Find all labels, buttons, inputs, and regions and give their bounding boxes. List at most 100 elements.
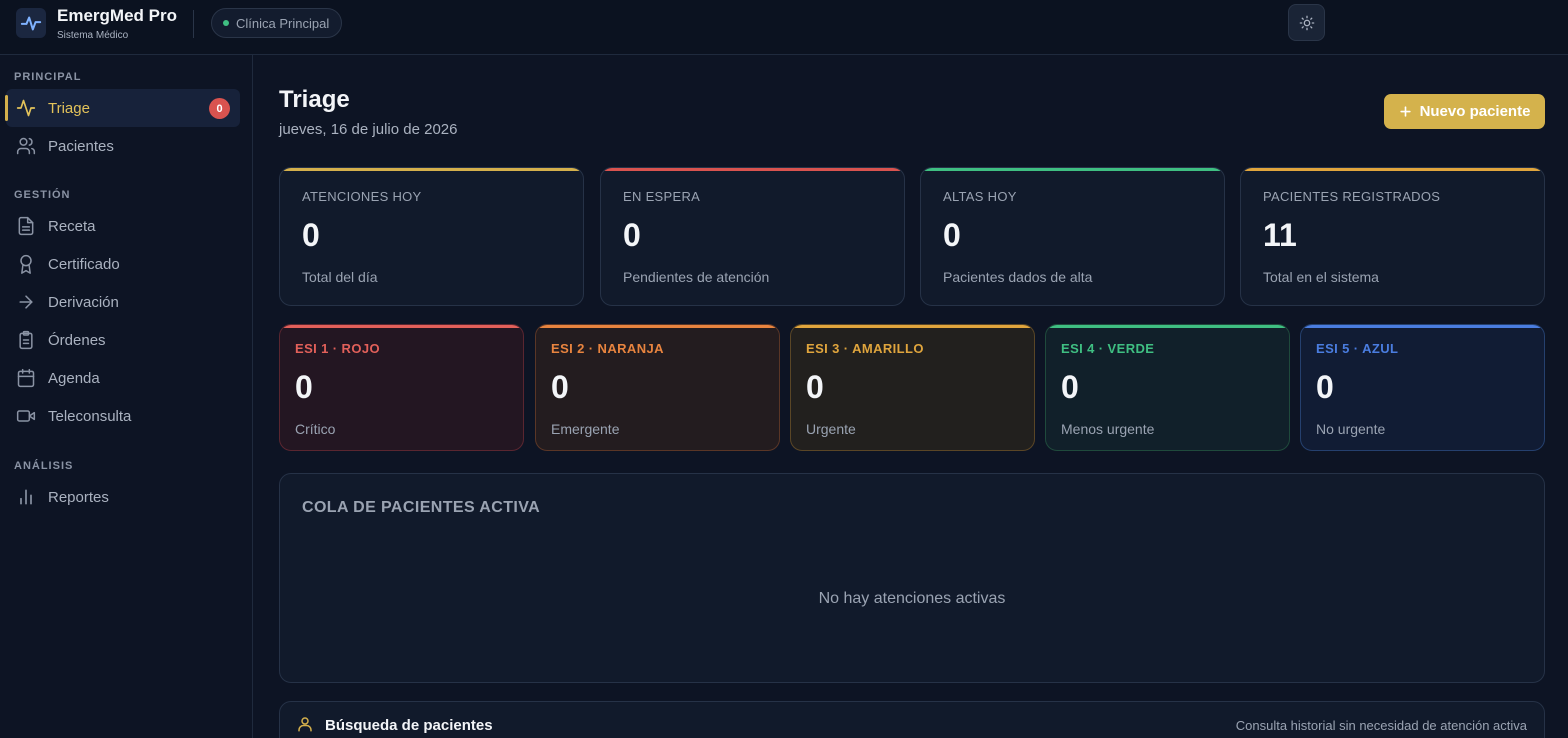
sidebar-item-reportes[interactable]: Reportes (6, 478, 240, 516)
stat-value: 0 (302, 217, 320, 253)
sidebar-item-label: Pacientes (48, 137, 114, 155)
users-icon (16, 136, 36, 156)
sidebar-item-triage[interactable]: Triage 0 (5, 89, 240, 127)
esi-accent-bar (280, 325, 523, 328)
esi-card-4[interactable]: ESI 4 · VERDE 0 Menos urgente (1045, 324, 1290, 451)
esi-label: ESI 1 · ROJO (295, 341, 380, 356)
esi-card-3[interactable]: ESI 3 · AMARILLO 0 Urgente (790, 324, 1035, 451)
sidebar-item-teleconsulta[interactable]: Teleconsulta (6, 397, 240, 435)
esi-accent-bar (1046, 325, 1289, 328)
bar-chart-icon (16, 487, 36, 507)
video-icon (16, 406, 36, 426)
top-bar: EmergMed Pro Sistema Médico Clínica Prin… (0, 0, 1568, 55)
queue-title: COLA DE PACIENTES ACTIVA (302, 499, 541, 516)
stat-label: PACIENTES REGISTRADOS (1263, 189, 1441, 204)
page-title: Triage (279, 86, 350, 113)
sidebar-item-ordenes[interactable]: Órdenes (6, 321, 240, 359)
search-panel-title: Búsqueda de pacientes (325, 717, 493, 734)
sidebar-item-certificado[interactable]: Certificado (6, 245, 240, 283)
esi-count: 0 (1316, 369, 1334, 405)
stat-description: Pacientes dados de alta (943, 269, 1093, 285)
stat-description: Total en el sistema (1263, 269, 1379, 285)
sidebar-item-label: Receta (48, 217, 96, 235)
stat-card-atenciones: ATENCIONES HOY 0 Total del día (279, 167, 584, 306)
award-icon (16, 254, 36, 274)
stat-accent-bar (1241, 168, 1544, 171)
sidebar-item-label: Órdenes (48, 331, 106, 349)
active-patient-queue: COLA DE PACIENTES ACTIVA No hay atencion… (279, 473, 1545, 683)
app-logo (16, 8, 46, 38)
stat-label: ATENCIONES HOY (302, 189, 422, 204)
esi-accent-bar (536, 325, 779, 328)
esi-description: Menos urgente (1061, 421, 1155, 437)
sidebar-item-label: Teleconsulta (48, 407, 132, 425)
stat-value: 0 (623, 217, 641, 253)
clinic-name: Clínica Principal (236, 15, 330, 31)
clipboard-icon (16, 330, 36, 350)
new-patient-label: Nuevo paciente (1419, 103, 1531, 120)
stat-card-altas: ALTAS HOY 0 Pacientes dados de alta (920, 167, 1225, 306)
plus-icon (1399, 106, 1411, 117)
esi-card-2[interactable]: ESI 2 · NARANJA 0 Emergente (535, 324, 780, 451)
esi-count: 0 (806, 369, 824, 405)
calendar-icon (16, 368, 36, 388)
theme-toggle-button[interactable] (1288, 4, 1325, 41)
stat-label: ALTAS HOY (943, 189, 1017, 204)
esi-count: 0 (1061, 369, 1079, 405)
esi-accent-bar (791, 325, 1034, 328)
esi-accent-bar (1301, 325, 1544, 328)
app-title: EmergMed Pro (57, 6, 177, 25)
user-icon (296, 715, 314, 738)
stat-label: EN ESPERA (623, 189, 701, 204)
esi-count: 0 (295, 369, 313, 405)
arrow-right-icon (16, 292, 36, 312)
stat-description: Pendientes de atención (623, 269, 770, 285)
sun-icon (1299, 15, 1314, 30)
clinic-selector[interactable]: Clínica Principal (211, 8, 342, 38)
esi-label: ESI 2 · NARANJA (551, 341, 664, 356)
queue-empty-message: No hay atenciones activas (818, 590, 1006, 607)
esi-description: Emergente (551, 421, 620, 437)
stat-accent-bar (921, 168, 1224, 171)
section-label-analisis: ANÁLISIS (14, 460, 74, 472)
section-label-principal: PRINCIPAL (14, 71, 82, 83)
esi-label: ESI 3 · AMARILLO (806, 341, 924, 356)
stat-card-registrados: PACIENTES REGISTRADOS 11 Total en el sis… (1240, 167, 1545, 306)
esi-label: ESI 4 · VERDE (1061, 341, 1155, 356)
sidebar-item-label: Reportes (48, 488, 109, 506)
stat-value: 11 (1263, 217, 1297, 253)
stat-card-en-espera: EN ESPERA 0 Pendientes de atención (600, 167, 905, 306)
esi-card-1[interactable]: ESI 1 · ROJO 0 Crítico (279, 324, 524, 451)
triage-count-badge: 0 (209, 98, 230, 119)
sidebar-item-receta[interactable]: Receta (6, 207, 240, 245)
page-date: jueves, 16 de julio de 2026 (279, 121, 458, 138)
esi-description: Urgente (806, 421, 856, 437)
esi-card-5[interactable]: ESI 5 · AZUL 0 No urgente (1300, 324, 1545, 451)
status-dot-icon (223, 20, 229, 26)
stat-value: 0 (943, 217, 961, 253)
sidebar-item-pacientes[interactable]: Pacientes (6, 127, 240, 165)
section-label-gestion: GESTIÓN (14, 189, 71, 201)
new-patient-button[interactable]: Nuevo paciente (1384, 94, 1545, 129)
esi-label: ESI 5 · AZUL (1316, 341, 1399, 356)
search-panel-subtitle: Consulta historial sin necesidad de aten… (1235, 718, 1527, 733)
header-divider (193, 10, 194, 38)
sidebar-item-derivacion[interactable]: Derivación (6, 283, 240, 321)
sidebar-item-label: Triage (48, 99, 90, 117)
sidebar-item-label: Certificado (48, 255, 120, 273)
app-subtitle: Sistema Médico (57, 30, 129, 41)
sidebar-item-label: Derivación (48, 293, 119, 311)
document-icon (16, 216, 36, 236)
activity-icon (16, 98, 36, 118)
sidebar-item-agenda[interactable]: Agenda (6, 359, 240, 397)
sidebar-item-label: Agenda (48, 369, 100, 387)
stat-accent-bar (280, 168, 583, 171)
patient-search-panel[interactable]: Búsqueda de pacientes Consulta historial… (279, 701, 1545, 738)
esi-description: No urgente (1316, 421, 1386, 437)
stat-description: Total del día (302, 269, 378, 285)
pulse-logo-icon (20, 16, 42, 31)
stat-accent-bar (601, 168, 904, 171)
esi-count: 0 (551, 369, 569, 405)
esi-description: Crítico (295, 421, 336, 437)
sidebar: PRINCIPAL Triage 0 Pacientes GESTIÓN Rec… (0, 55, 253, 738)
